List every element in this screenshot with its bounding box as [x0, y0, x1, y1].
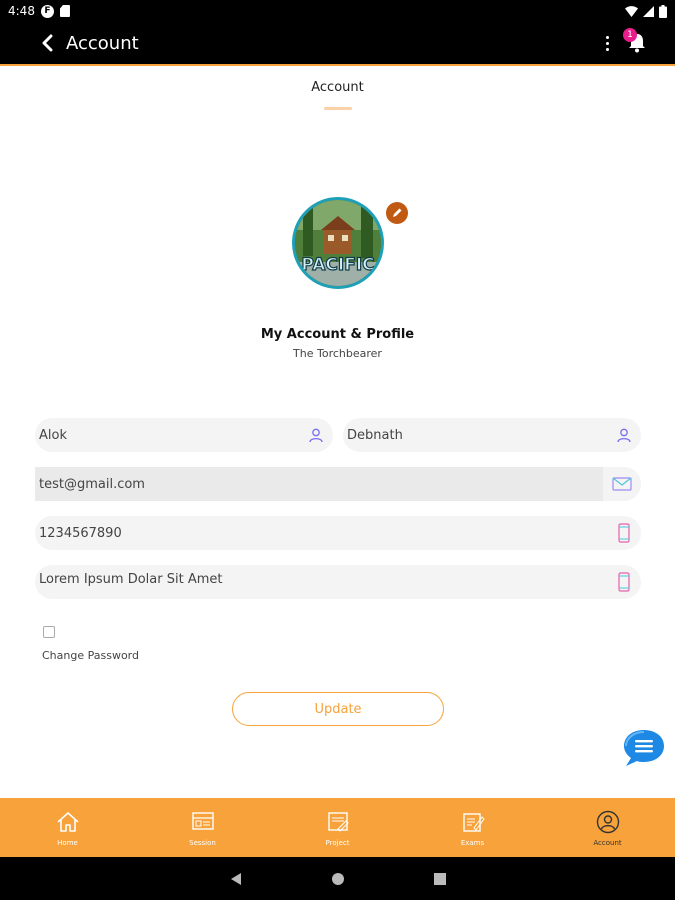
session-icon: [190, 809, 216, 835]
tab-account[interactable]: Account: [0, 80, 675, 95]
first-name-field[interactable]: Alok: [35, 418, 333, 452]
phone-icon: [607, 516, 641, 550]
change-password-checkbox[interactable]: [43, 626, 55, 638]
nav-item-session[interactable]: Session: [135, 798, 270, 857]
tab-indicator: [324, 107, 352, 110]
address-field[interactable]: Lorem Ipsum Dolar Sit Amet: [35, 565, 641, 599]
app-bar-accent-line: [0, 64, 675, 66]
edit-avatar-button[interactable]: [386, 202, 408, 224]
back-triangle-icon[interactable]: [229, 872, 243, 886]
mail-icon: [603, 467, 641, 501]
signal-icon: [643, 5, 654, 17]
exams-icon: [460, 809, 486, 835]
avatar-text: PACIFIC: [301, 255, 374, 275]
recents-square-icon[interactable]: [433, 872, 447, 886]
phone-value: 1234567890: [39, 525, 122, 541]
nav-label: Exams: [460, 838, 485, 847]
chat-icon: [624, 730, 664, 766]
last-name-field[interactable]: Debnath: [343, 418, 641, 452]
page-title: Account: [66, 32, 139, 54]
overflow-menu-icon[interactable]: [606, 35, 609, 51]
nav-item-exams[interactable]: Exams: [405, 798, 540, 857]
nav-item-account[interactable]: Account: [540, 798, 675, 857]
user-icon: [299, 418, 333, 452]
sd-card-icon: [59, 5, 70, 17]
back-button[interactable]: [36, 32, 58, 54]
home-circle-icon[interactable]: [331, 872, 345, 886]
nav-label: Project: [325, 838, 350, 847]
notifications-button[interactable]: 1: [623, 28, 647, 54]
status-bar: 4:48 F: [0, 0, 675, 22]
wifi-icon: [625, 5, 638, 17]
phone-field[interactable]: 1234567890: [35, 516, 641, 550]
nav-label: Session: [189, 838, 216, 847]
user-icon: [607, 418, 641, 452]
email-field[interactable]: test@gmail.com: [35, 467, 641, 501]
profile-title: My Account & Profile: [260, 327, 415, 342]
app-notification-icon: F: [40, 4, 54, 18]
change-password-label: Change Password: [42, 649, 139, 662]
pencil-icon: [393, 208, 402, 217]
chat-button[interactable]: [622, 728, 666, 768]
first-name-value: Alok: [39, 427, 67, 443]
phone-icon: [607, 565, 641, 599]
nav-label: Home: [57, 838, 78, 847]
account-icon: [595, 809, 621, 835]
nav-item-home[interactable]: Home: [0, 798, 135, 857]
profile-subtitle: The Torchbearer: [293, 347, 382, 360]
project-icon: [325, 809, 351, 835]
update-button[interactable]: Update: [232, 692, 444, 726]
nav-label: Account: [593, 838, 622, 847]
notification-badge: 1: [623, 28, 637, 42]
app-bar: Account 1: [0, 22, 675, 64]
avatar: PACIFIC: [292, 197, 384, 289]
nav-item-project[interactable]: Project: [270, 798, 405, 857]
address-value: Lorem Ipsum Dolar Sit Amet: [39, 571, 223, 587]
status-time: 4:48: [8, 4, 35, 18]
home-icon: [55, 809, 81, 835]
system-nav-bar: [0, 857, 675, 900]
bottom-nav: Home Session Project Exams Account: [0, 798, 675, 857]
battery-icon: [659, 4, 667, 18]
email-value: test@gmail.com: [39, 476, 145, 492]
last-name-value: Debnath: [347, 427, 403, 443]
chevron-left-icon: [42, 34, 53, 52]
